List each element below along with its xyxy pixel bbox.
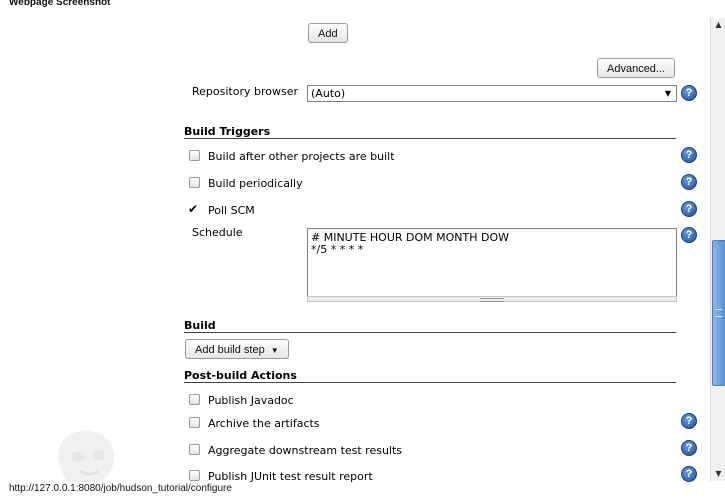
help-icon-build-after[interactable]: ? <box>681 147 697 163</box>
help-icon-poll-scm[interactable]: ? <box>681 201 697 217</box>
build-triggers-heading: Build Triggers <box>184 125 271 138</box>
status-bar-url: http://127.0.0.1:8080/job/hudson_tutoria… <box>9 483 232 494</box>
textarea-resize-bar[interactable] <box>307 296 677 302</box>
help-icon-archive-artifacts[interactable]: ? <box>681 413 697 429</box>
help-icon-repository-browser[interactable]: ? <box>681 85 697 101</box>
scroll-up-arrow-icon[interactable]: ▲ <box>712 19 725 31</box>
page-viewport: Add Advanced... Repository browser (Auto… <box>0 8 710 482</box>
post-build-divider <box>184 382 676 383</box>
schedule-textarea[interactable]: # MINUTE HOUR DOM MONTH DOW */5 * * * * <box>307 228 677 297</box>
scroll-down-arrow-icon[interactable]: ▼ <box>712 468 725 480</box>
hudson-butler-logo-icon <box>58 430 115 482</box>
build-heading: Build <box>184 319 216 332</box>
repository-browser-label: Repository browser <box>192 85 298 98</box>
resize-handle-icon <box>480 298 504 302</box>
repository-browser-select[interactable]: (Auto) ▼ <box>307 85 677 102</box>
aggregate-results-checkbox[interactable] <box>189 444 200 455</box>
help-icon-aggregate-results[interactable]: ? <box>681 440 697 456</box>
build-triggers-divider <box>184 138 676 139</box>
poll-scm-label: Poll SCM <box>208 204 255 217</box>
build-after-label: Build after other projects are built <box>208 150 395 163</box>
help-icon-publish-junit[interactable]: ? <box>681 466 697 482</box>
help-icon-build-periodically[interactable]: ? <box>681 174 697 190</box>
publish-javadoc-label: Publish Javadoc <box>208 394 294 407</box>
add-button[interactable]: Add <box>308 23 348 43</box>
poll-scm-checkbox[interactable]: ✔ <box>188 203 198 215</box>
caret-down-icon: ▼ <box>270 346 279 355</box>
aggregate-results-label: Aggregate downstream test results <box>208 444 403 457</box>
schedule-label: Schedule <box>192 226 243 239</box>
advanced-button[interactable]: Advanced... <box>597 58 676 78</box>
archive-artifacts-label: Archive the artifacts <box>208 417 320 430</box>
publish-javadoc-checkbox[interactable] <box>189 394 200 405</box>
vertical-scrollbar[interactable]: ▲ ▼ <box>710 18 725 481</box>
publish-junit-checkbox[interactable] <box>189 470 200 481</box>
dropdown-arrow-icon: ▼ <box>664 89 671 98</box>
add-build-step-button[interactable]: Add build step ▼ <box>185 339 289 359</box>
build-divider <box>184 332 676 333</box>
repository-browser-value: (Auto) <box>311 87 346 100</box>
build-periodically-checkbox[interactable] <box>189 177 200 188</box>
help-icon-schedule[interactable]: ? <box>681 227 697 243</box>
post-build-heading: Post-build Actions <box>184 369 297 382</box>
archive-artifacts-checkbox[interactable] <box>189 417 200 428</box>
scroll-grip-icon <box>716 309 722 317</box>
add-build-step-label: Add build step <box>195 344 265 356</box>
scroll-thumb[interactable] <box>712 240 725 386</box>
screenshot-caption: Webpage Screenshot <box>9 0 111 8</box>
publish-junit-label: Publish JUnit test result report <box>208 470 373 482</box>
build-after-checkbox[interactable] <box>189 150 200 161</box>
build-periodically-label: Build periodically <box>208 177 303 190</box>
